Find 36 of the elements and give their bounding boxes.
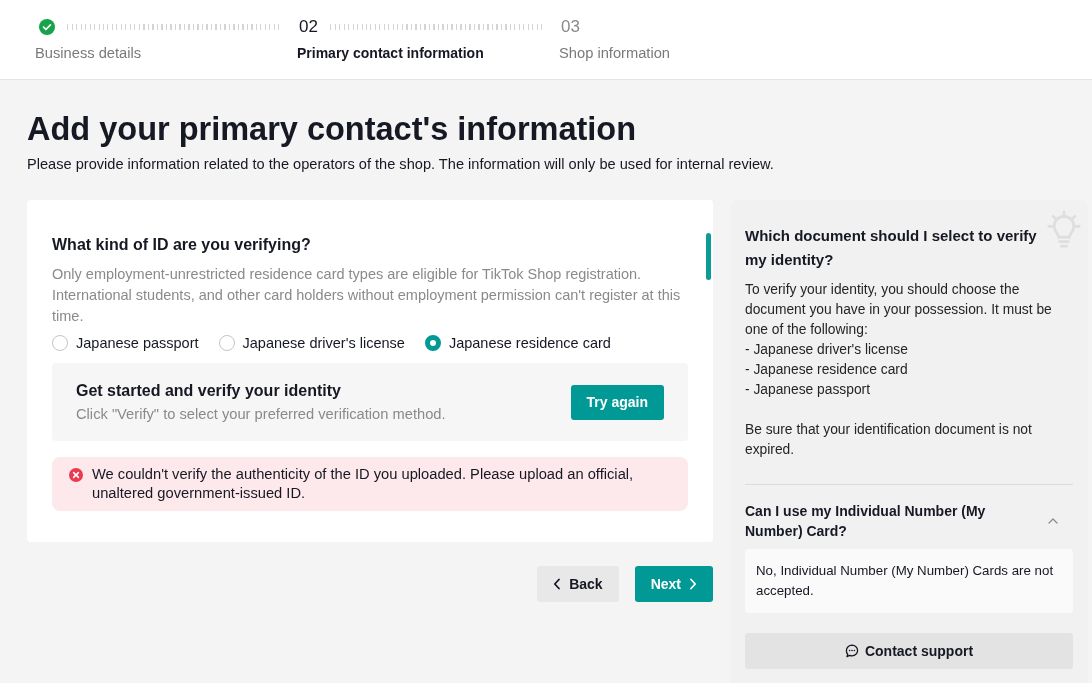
document-list-item: - Japanese passport [745,381,871,399]
help-text: To verify your identity, you should choose the document you have in your possession. It must be one of the following: [745,281,1053,339]
chevron-right-icon [689,578,697,590]
document-list-item: - Japanese driver's license [745,341,909,359]
chevron-left-icon [553,578,562,590]
verify-title: Get started and verify your identity [76,381,342,401]
document-list-item: - Japanese residence card [745,361,909,379]
verify-hint: Click "Verify" to select your preferred verification method. [76,405,446,424]
help-note: Be sure that your identification document is not expired. [745,421,1033,459]
error-icon [69,468,83,482]
faq-answer: No, Individual Number (My Number) Cards are not accepted. [745,549,1073,613]
step-label: Primary contact information [297,44,485,63]
radio-button[interactable] [218,335,235,351]
step-label: Shop information [559,44,672,63]
radio-button[interactable] [424,335,441,351]
help-heading: Which document should I select to verify my identity? [745,226,1038,270]
scrollbar-thumb[interactable] [706,233,711,280]
back-button[interactable]: Back [537,566,619,602]
step-number: 02 [299,17,318,37]
question-heading: What kind of ID are you verifying? [52,235,312,255]
next-button[interactable]: Next [634,566,713,602]
page-subtitle: Please provide information related to the operators of the shop. The information will only be used for internal review. [27,155,775,174]
try-again-button[interactable]: Try again [570,384,664,420]
step-number: 03 [561,17,580,37]
chevron-up-icon[interactable] [1048,518,1058,524]
radio-option[interactable]: Japanese passport [52,333,199,353]
page-title: Add your primary contact's information [27,110,638,148]
contact-support-button[interactable]: Contact support [745,633,1073,669]
radio-option[interactable]: Japanese residence card [424,333,611,353]
step-label: Business details [35,44,143,63]
error-message: We couldn't verify the authenticity of the ID you uploaded. Please upload an official, unaltered government-issued ID. [92,465,635,503]
question-description: Only employment-unrestricted residence card types are eligible for TikTok Shop registration. International students, and other card holders without employment permission can't register at this time. [52,265,682,326]
radio-button[interactable] [52,335,68,351]
faq-question[interactable]: Can I use my Individual Number (My Number) Card? [745,501,1005,541]
chat-bubble-icon [844,644,859,658]
radio-option[interactable]: Japanese driver's license [218,333,405,353]
